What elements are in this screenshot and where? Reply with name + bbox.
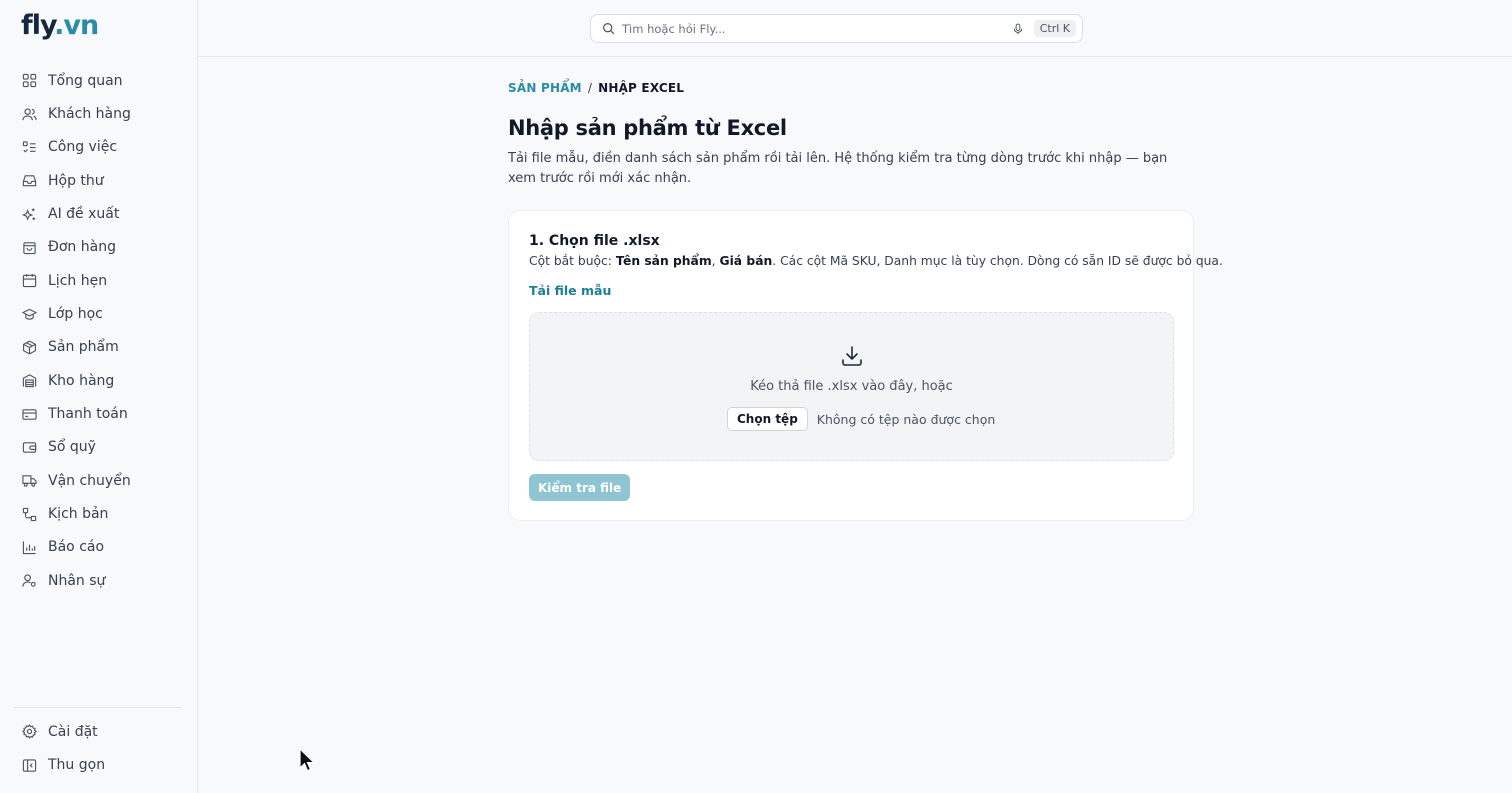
- sidebar-item-label: Công việc: [48, 139, 118, 156]
- sidebar-item-label: Thanh toán: [48, 406, 128, 423]
- credit-card-icon: [22, 408, 37, 420]
- sidebar-item-nhan-su[interactable]: Nhân sự: [0, 564, 197, 597]
- logo[interactable]: fly.vn: [21, 10, 99, 41]
- sparkles-icon: [22, 207, 36, 221]
- sidebar-item-ai-de-xuat[interactable]: AI đề xuất: [0, 197, 197, 230]
- required-suffix: . Các cột Mã SKU, Danh mục là tùy chọn. …: [772, 254, 1223, 268]
- sidebar-item-cai-dat[interactable]: Cài đặt: [0, 715, 197, 748]
- required-comma: ,: [711, 254, 720, 268]
- sidebar-item-hop-thu[interactable]: Hộp thư: [0, 164, 197, 197]
- graduation-cap-icon: [22, 308, 37, 320]
- sidebar-item-label: Sản phẩm: [48, 339, 119, 356]
- sidebar-item-label: Vận chuyển: [48, 472, 131, 489]
- required-column-name: Tên sản phẩm: [615, 254, 712, 268]
- calendar-icon: [22, 274, 37, 288]
- page-title: Nhập sản phẩm từ Excel: [508, 116, 787, 140]
- sidebar-nav: Tổng quan Khách hàng Công việc Hộp thư A…: [0, 64, 197, 598]
- topbar: Tìm hoặc hỏi Fly... Ctrl K: [198, 0, 1512, 57]
- sidebar-item-kho-hang[interactable]: Kho hàng: [0, 364, 197, 397]
- workflow-icon: [22, 507, 37, 521]
- sidebar-item-san-pham[interactable]: Sản phẩm: [0, 331, 197, 364]
- truck-icon: [22, 475, 37, 487]
- search-input[interactable]: Tìm hoặc hỏi Fly...: [622, 22, 1012, 36]
- required-columns-note: Cột bắt buộc: Tên sản phẩm, Giá bán. Các…: [529, 254, 1223, 268]
- logo-text-fly: fly: [21, 10, 55, 41]
- page-description: Tải file mẫu, điền danh sách sản phẩm rồ…: [508, 151, 1168, 186]
- file-input-row: Chọn tệp Không có tệp nào được chọn: [727, 407, 995, 431]
- sidebar-item-van-chuyen[interactable]: Vận chuyển: [0, 464, 197, 497]
- sidebar-item-lich-hen[interactable]: Lịch hẹn: [0, 264, 197, 297]
- gear-icon: [22, 724, 37, 739]
- sidebar-item-tong-quan[interactable]: Tổng quan: [0, 64, 197, 97]
- microphone-icon[interactable]: [1012, 23, 1024, 35]
- breadcrumb-current: NHẬP EXCEL: [598, 81, 685, 95]
- file-name-status: Không có tệp nào được chọn: [816, 411, 996, 427]
- dropzone-text: Kéo thả file .xlsx vào đây, hoặc: [750, 379, 953, 394]
- sidebar-item-khach-hang[interactable]: Khách hàng: [0, 97, 197, 130]
- search-icon: [603, 23, 615, 35]
- main-content: SẢN PHẨM / NHẬP EXCEL Nhập sản phẩm từ E…: [508, 78, 1223, 521]
- grid-icon: [22, 74, 37, 88]
- choose-file-button[interactable]: Chọn tệp: [727, 407, 808, 431]
- search-bar[interactable]: Tìm hoặc hỏi Fly... Ctrl K: [590, 14, 1083, 43]
- sidebar-footer: Cài đặt Thu gọn: [0, 715, 197, 782]
- file-dropzone[interactable]: Kéo thả file .xlsx vào đây, hoặc Chọn tệ…: [529, 312, 1174, 461]
- warehouse-icon: [22, 374, 37, 388]
- required-column-price: Giá bán: [719, 254, 773, 268]
- sidebar-item-lop-hoc[interactable]: Lớp học: [0, 297, 197, 330]
- sidebar-divider: [14, 707, 182, 708]
- breadcrumb-parent-link[interactable]: SẢN PHẨM: [508, 81, 582, 95]
- sidebar-item-label: Kho hàng: [48, 372, 115, 389]
- sidebar-item-label: AI đề xuất: [48, 206, 120, 223]
- shortcut-badge: Ctrl K: [1033, 20, 1076, 37]
- bar-chart-icon: [22, 541, 36, 555]
- shopping-bag-icon: [23, 242, 36, 255]
- sidebar-item-label: Cài đặt: [48, 723, 98, 740]
- sidebar-item-label: Hộp thư: [48, 172, 104, 189]
- sidebar-item-thanh-toan[interactable]: Thanh toán: [0, 397, 197, 430]
- breadcrumb-separator: /: [587, 81, 593, 95]
- sidebar-item-label: Lịch hẹn: [48, 272, 108, 289]
- sidebar-item-label: Đơn hàng: [48, 239, 116, 256]
- inbox-icon: [22, 175, 37, 187]
- logo-text-vn: .vn: [54, 10, 99, 41]
- user-cog-icon: [22, 574, 36, 588]
- users-icon: [22, 108, 37, 120]
- sidebar-item-bao-cao[interactable]: Báo cáo: [0, 531, 197, 564]
- sidebar-item-label: Báo cáo: [48, 539, 105, 556]
- sidebar-item-so-quy[interactable]: Sổ quỹ: [0, 431, 197, 464]
- sidebar-collapse-button[interactable]: Thu gọn: [0, 748, 197, 781]
- panel-collapse-icon: [22, 758, 37, 772]
- sidebar-item-don-hang[interactable]: Đơn hàng: [0, 231, 197, 264]
- upload-card: 1. Chọn file .xlsx Cột bắt buộc: Tên sản…: [508, 210, 1223, 521]
- package-icon: [23, 340, 36, 355]
- sidebar-item-label: Sổ quỹ: [48, 439, 96, 456]
- breadcrumb: SẢN PHẨM / NHẬP EXCEL: [508, 78, 1194, 98]
- sidebar-item-label: Lớp học: [48, 306, 103, 323]
- sidebar-item-label: Tổng quan: [48, 72, 123, 89]
- sidebar-item-label: Nhân sự: [48, 572, 106, 589]
- checklist-icon: [22, 141, 36, 153]
- required-prefix: Cột bắt buộc:: [529, 254, 616, 268]
- sidebar-item-label: Khách hàng: [48, 106, 131, 123]
- sidebar: fly.vn Tổng quan Khách hàng Công việc Hộ…: [0, 0, 198, 793]
- check-file-button[interactable]: Kiểm tra file: [529, 474, 631, 501]
- mouse-cursor-icon: [299, 748, 316, 772]
- sidebar-item-label: Thu gọn: [48, 757, 106, 774]
- download-icon: [842, 346, 862, 366]
- step-title: 1. Chọn file .xlsx: [529, 233, 660, 249]
- sidebar-item-label: Kịch bản: [48, 506, 109, 523]
- sidebar-item-kich-ban[interactable]: Kịch bản: [0, 497, 197, 530]
- sidebar-item-cong-viec[interactable]: Công việc: [0, 131, 197, 164]
- download-template-link[interactable]: Tải file mẫu: [529, 283, 611, 298]
- wallet-icon: [22, 442, 37, 453]
